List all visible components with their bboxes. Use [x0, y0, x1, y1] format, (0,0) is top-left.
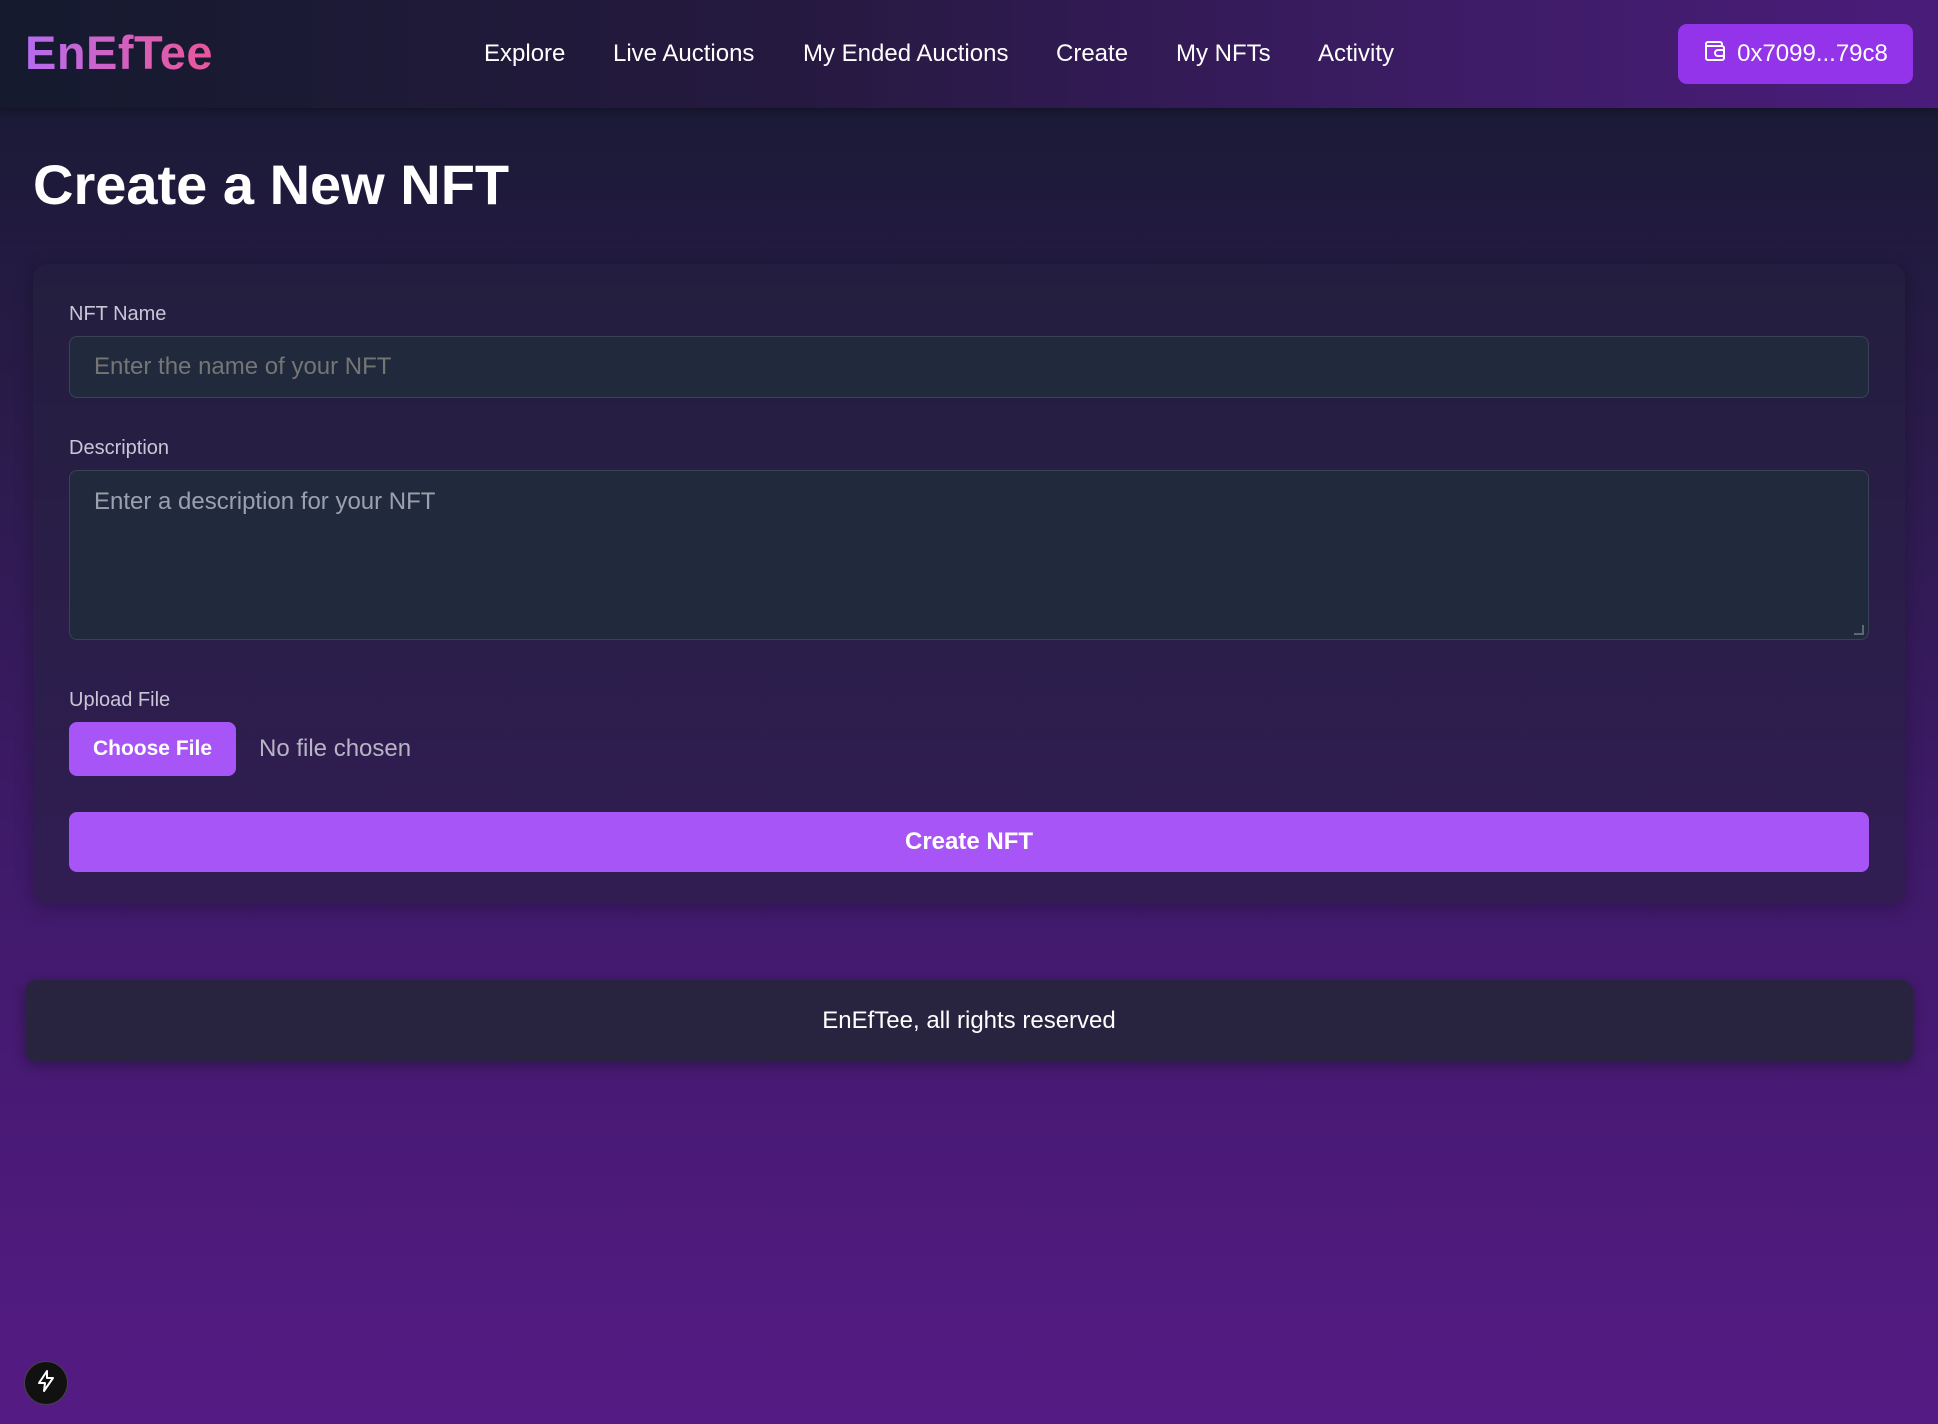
top-navbar: EnEfTee Explore Live Auctions My Ended A… — [0, 0, 1938, 108]
nav-item-explore[interactable]: Explore — [484, 38, 565, 70]
nav-item-create[interactable]: Create — [1056, 38, 1128, 70]
nav-item-activity[interactable]: Activity — [1318, 38, 1394, 70]
description-label: Description — [69, 437, 170, 459]
wallet-button[interactable]: 0x7099...79c8 — [1678, 24, 1913, 84]
page-title: Create a New NFT — [33, 153, 510, 216]
bolt-icon — [34, 1369, 58, 1398]
create-nft-button[interactable]: Create NFT — [69, 812, 1869, 872]
resize-handle-icon[interactable] — [1854, 625, 1864, 635]
dev-tools-badge[interactable] — [24, 1361, 68, 1405]
nav-item-my-ended-auctions[interactable]: My Ended Auctions — [803, 38, 1008, 70]
file-status-text: No file chosen — [259, 735, 412, 762]
description-placeholder: Enter a description for your NFT — [94, 488, 436, 515]
choose-file-button[interactable]: Choose File — [69, 722, 236, 776]
wallet-icon — [1703, 39, 1727, 70]
nft-name-input[interactable] — [69, 336, 1869, 398]
wallet-address: 0x7099...79c8 — [1737, 40, 1888, 67]
nav-item-live-auctions[interactable]: Live Auctions — [613, 38, 754, 70]
description-textarea[interactable]: Enter a description for your NFT — [69, 470, 1869, 640]
upload-file-label: Upload File — [69, 689, 171, 711]
main-nav: Explore Live Auctions My Ended Auctions … — [0, 38, 1938, 70]
nft-name-label: NFT Name — [69, 303, 167, 325]
create-nft-form: NFT Name Description Enter a description… — [33, 264, 1905, 904]
footer: EnEfTee, all rights reserved — [25, 980, 1913, 1062]
footer-text: EnEfTee, all rights reserved — [822, 1007, 1116, 1034]
nav-item-my-nfts[interactable]: My NFTs — [1176, 38, 1271, 70]
